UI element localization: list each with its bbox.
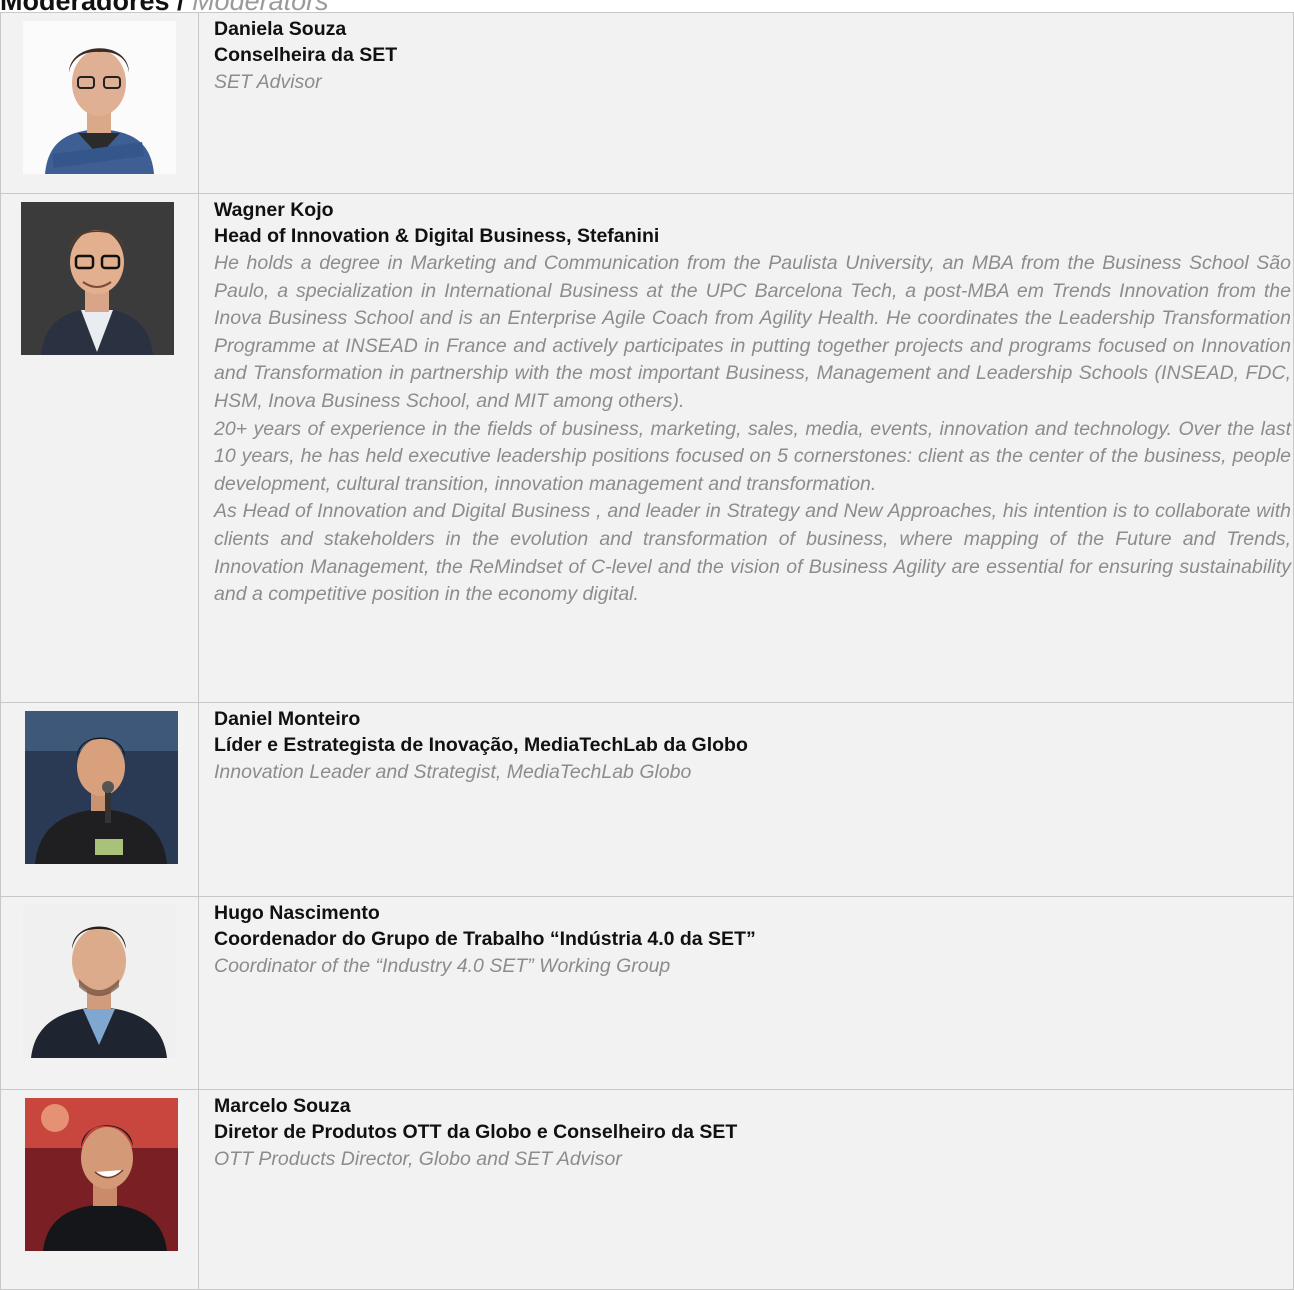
person-role: Diretor de Produtos OTT da Globo e Conse… bbox=[214, 1121, 738, 1143]
person-name: Daniela Souza bbox=[214, 18, 347, 40]
person-role: Conselheira da SET bbox=[214, 44, 398, 66]
person-bio: Coordinator of the “Industry 4.0 SET” Wo… bbox=[214, 953, 1293, 981]
portrait-photo bbox=[23, 905, 176, 1058]
person-bio: OTT Products Director, Globo and SET Adv… bbox=[214, 1146, 1293, 1174]
table-row: Daniela Souza Conselheira da SET SET Adv… bbox=[0, 12, 1294, 194]
person-name: Daniel Monteiro bbox=[214, 708, 361, 730]
photo-cell bbox=[0, 12, 199, 194]
person-bio: He holds a degree in Marketing and Commu… bbox=[214, 250, 1293, 609]
info-cell: Marcelo Souza Diretor de Produtos OTT da… bbox=[198, 1089, 1294, 1290]
bio-paragraph: Coordinator of the “Industry 4.0 SET” Wo… bbox=[214, 955, 671, 977]
person-role: Líder e Estrategista de Inovação, MediaT… bbox=[214, 734, 748, 756]
person-name: Hugo Nascimento bbox=[214, 902, 380, 924]
bio-paragraph: OTT Products Director, Globo and SET Adv… bbox=[214, 1148, 622, 1170]
portrait-photo bbox=[25, 1098, 178, 1251]
info-cell: Daniel Monteiro Líder e Estrategista de … bbox=[198, 702, 1294, 897]
table-row: Marcelo Souza Diretor de Produtos OTT da… bbox=[0, 1089, 1294, 1290]
bio-paragraph: Innovation Leader and Strategist, MediaT… bbox=[214, 761, 692, 783]
person-bio: SET Advisor bbox=[214, 69, 1293, 97]
table-row: Wagner Kojo Head of Innovation & Digital… bbox=[0, 193, 1294, 703]
person-bio: Innovation Leader and Strategist, MediaT… bbox=[214, 759, 1293, 787]
info-cell: Hugo Nascimento Coordenador do Grupo de … bbox=[198, 896, 1294, 1090]
photo-cell bbox=[0, 896, 199, 1090]
photo-cell bbox=[0, 1089, 199, 1290]
bio-paragraph: As Head of Innovation and Digital Busine… bbox=[214, 500, 1291, 606]
bio-paragraph: 20+ years of experience in the fields of… bbox=[214, 417, 1291, 495]
photo-cell bbox=[0, 193, 199, 703]
info-cell: Daniela Souza Conselheira da SET SET Adv… bbox=[198, 12, 1294, 194]
person-role: Head of Innovation & Digital Business, S… bbox=[214, 225, 660, 247]
photo-cell bbox=[0, 702, 199, 897]
portrait-photo bbox=[25, 711, 178, 864]
info-cell: Wagner Kojo Head of Innovation & Digital… bbox=[198, 193, 1294, 703]
table-row: Daniel Monteiro Líder e Estrategista de … bbox=[0, 702, 1294, 897]
person-name: Wagner Kojo bbox=[214, 199, 334, 221]
person-role: Coordenador do Grupo de Trabalho “Indúst… bbox=[214, 928, 756, 950]
portrait-photo bbox=[21, 202, 174, 355]
person-name: Marcelo Souza bbox=[214, 1095, 351, 1117]
portrait-photo bbox=[23, 21, 176, 174]
bio-paragraph: SET Advisor bbox=[214, 71, 322, 93]
bio-paragraph: He holds a degree in Marketing and Commu… bbox=[214, 252, 1291, 412]
moderators-table: Daniela Souza Conselheira da SET SET Adv… bbox=[0, 12, 1294, 1290]
table-row: Hugo Nascimento Coordenador do Grupo de … bbox=[0, 896, 1294, 1090]
